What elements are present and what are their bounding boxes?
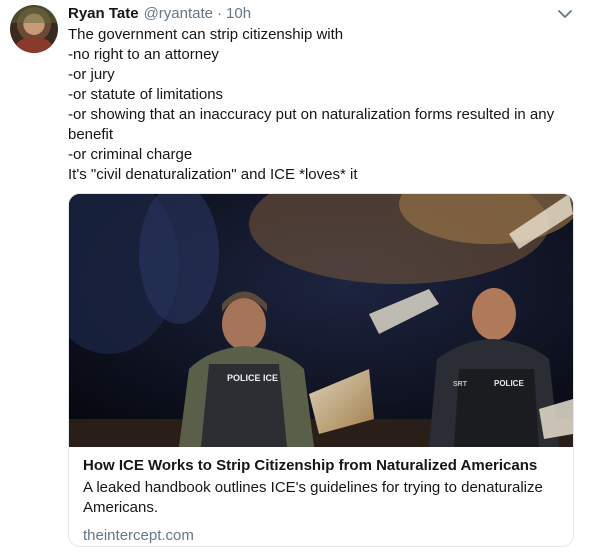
author-handle[interactable]: @ryantate bbox=[144, 5, 213, 22]
chevron-down-icon[interactable] bbox=[557, 7, 573, 21]
tweet-text-line: -or jury bbox=[68, 66, 115, 83]
vest-patch-text: SRT bbox=[453, 381, 468, 388]
card-image[interactable]: POLICE ICE POLICE SRT bbox=[69, 194, 573, 447]
card-body: How ICE Works to Strip Citizenship from … bbox=[83, 456, 563, 546]
separator-dot: · bbox=[217, 5, 223, 22]
link-card[interactable]: POLICE ICE POLICE SRT How ICE Works to S… bbox=[68, 193, 574, 547]
avatar-background bbox=[10, 5, 58, 23]
avatar[interactable] bbox=[10, 5, 58, 53]
tweet-text-line: -no right to an attorney bbox=[68, 46, 219, 63]
card-domain[interactable]: theintercept.com bbox=[83, 526, 563, 546]
tweet-text-line: benefit bbox=[68, 126, 114, 143]
card-description: A leaked handbook outlines ICE's guideli… bbox=[83, 479, 543, 516]
tweet-text: The government can strip citizenship wit… bbox=[68, 25, 568, 185]
avatar-shirt bbox=[16, 37, 52, 53]
vest-badge-left-text: POLICE ICE bbox=[227, 373, 278, 383]
tweet-text-line: -or showing that an inaccuracy put on na… bbox=[68, 106, 555, 123]
vest-badge-left: POLICE ICE bbox=[227, 373, 278, 383]
tweet: Ryan Tate @ryantate · 10h The government… bbox=[0, 0, 601, 554]
tweet-header: Ryan Tate @ryantate · 10h bbox=[68, 5, 251, 25]
tweet-text-line: -or criminal charge bbox=[68, 146, 193, 163]
card-title[interactable]: How ICE Works to Strip Citizenship from … bbox=[83, 456, 563, 476]
vest-badge-right-text: POLICE bbox=[494, 379, 524, 388]
tweet-text-line: It's "civil denaturalization" and ICE *l… bbox=[68, 166, 358, 183]
author-name[interactable]: Ryan Tate bbox=[68, 5, 139, 22]
tweet-timestamp[interactable]: 10h bbox=[226, 5, 251, 22]
tweet-text-line: -or statute of limitations bbox=[68, 86, 224, 103]
tweet-text-line: The government can strip citizenship wit… bbox=[68, 26, 344, 43]
